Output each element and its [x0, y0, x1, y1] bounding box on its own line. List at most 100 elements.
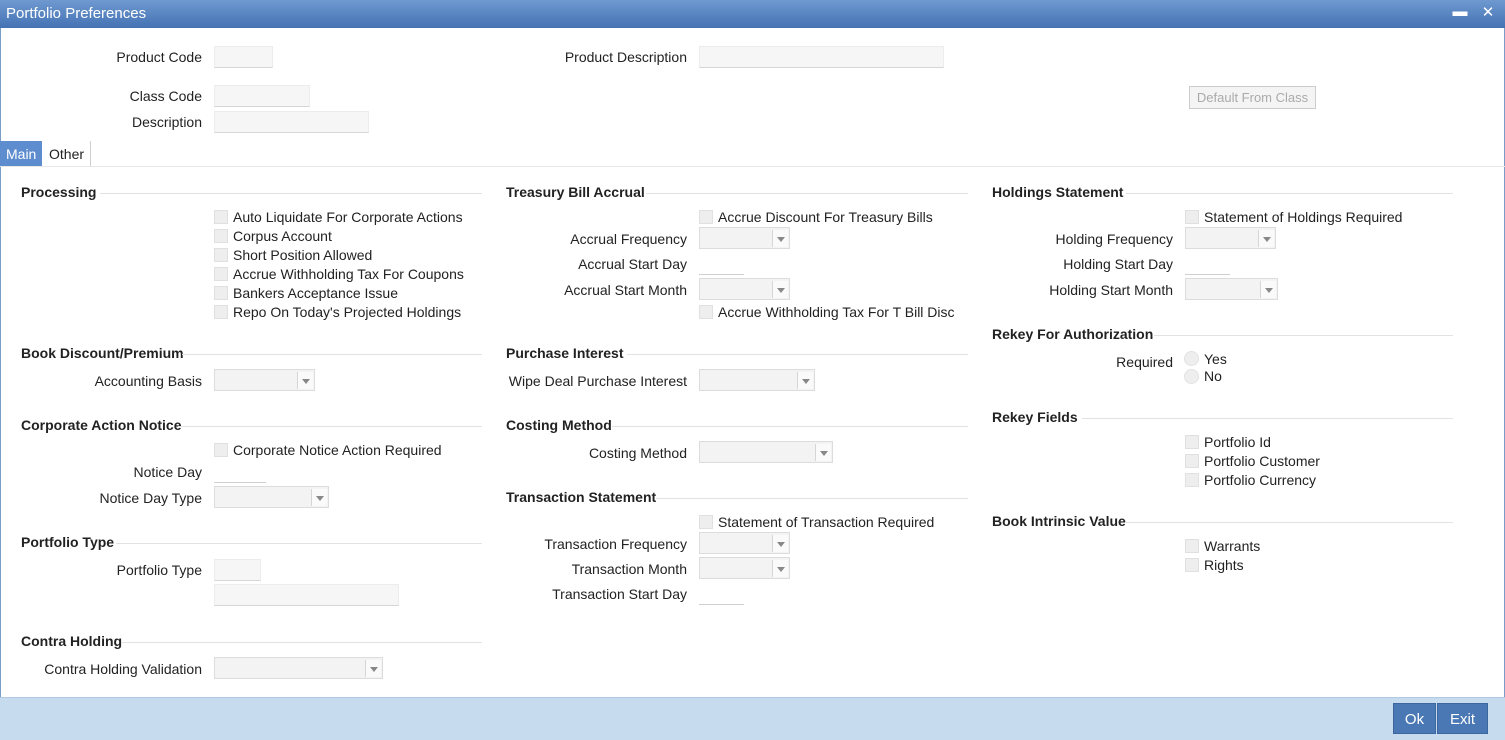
portfolio-currency-label: Portfolio Currency	[1204, 472, 1317, 488]
accrual-frequency-select[interactable]	[699, 227, 790, 249]
chevron-down-icon	[1258, 230, 1274, 247]
section-divider	[627, 354, 968, 355]
contra-holding-title: Contra Holding	[21, 633, 123, 649]
portfolio-id-checkbox[interactable]	[1185, 435, 1199, 449]
bankers-acceptance-checkbox[interactable]	[214, 286, 228, 300]
transaction-frequency-select[interactable]	[699, 532, 790, 554]
processing-title: Processing	[21, 184, 97, 200]
accrual-start-month-select[interactable]	[699, 278, 790, 300]
chevron-down-icon	[772, 230, 788, 247]
holding-start-day-label: Holding Start Day	[1063, 256, 1173, 272]
costing-method-title: Costing Method	[506, 417, 612, 433]
portfolio-currency-checkbox[interactable]	[1185, 473, 1199, 487]
window-title: Portfolio Preferences	[6, 5, 147, 22]
default-from-class-button[interactable]: Default From Class	[1189, 86, 1316, 109]
tab-other[interactable]: Other	[43, 141, 92, 167]
short-position-checkbox[interactable]	[214, 248, 228, 262]
class-code-input[interactable]	[214, 85, 310, 107]
dialog-footer	[0, 697, 1505, 740]
accrual-start-day-input[interactable]	[699, 253, 744, 275]
corporate-action-title: Corporate Action Notice	[21, 417, 182, 433]
description-input[interactable]	[214, 111, 369, 133]
rekey-no-radio[interactable]	[1184, 369, 1199, 384]
section-divider	[1126, 522, 1453, 523]
section-divider	[1154, 335, 1453, 336]
holdings-statement-title: Holdings Statement	[992, 184, 1124, 200]
rekey-yes-radio[interactable]	[1184, 351, 1199, 366]
holdings-required-checkbox[interactable]	[1185, 210, 1199, 224]
notice-day-type-select[interactable]	[214, 486, 329, 508]
holding-frequency-label: Holding Frequency	[1055, 231, 1173, 247]
accrual-frequency-label: Accrual Frequency	[570, 231, 687, 247]
contra-holding-validation-select[interactable]	[214, 657, 383, 679]
transaction-start-day-input[interactable]	[699, 583, 744, 605]
notice-day-label: Notice Day	[133, 464, 202, 480]
accrue-discount-checkbox[interactable]	[699, 210, 713, 224]
ok-button[interactable]: Ok	[1393, 703, 1436, 734]
warrants-checkbox[interactable]	[1185, 539, 1199, 553]
corpus-account-checkbox[interactable]	[214, 229, 228, 243]
accounting-basis-label: Accounting Basis	[94, 373, 202, 389]
notice-day-input[interactable]	[214, 461, 266, 483]
short-position-label: Short Position Allowed	[233, 247, 373, 263]
section-divider	[122, 642, 482, 643]
tab-divider	[0, 166, 1505, 167]
window-titlebar: Portfolio Preferences ▬ ✕	[0, 0, 1505, 28]
rekey-required-label: Required	[1116, 354, 1173, 370]
accounting-basis-select[interactable]	[214, 369, 315, 391]
corporate-notice-checkbox[interactable]	[214, 443, 228, 457]
bankers-acceptance-label: Bankers Acceptance Issue	[233, 285, 398, 301]
withholding-tbill-checkbox[interactable]	[699, 305, 713, 319]
accrual-start-month-label: Accrual Start Month	[564, 282, 687, 298]
transaction-month-select[interactable]	[699, 557, 790, 579]
section-divider	[178, 426, 482, 427]
costing-method-label: Costing Method	[588, 445, 687, 461]
transaction-required-checkbox[interactable]	[699, 515, 713, 529]
section-divider	[1082, 418, 1453, 419]
corpus-account-label: Corpus Account	[233, 228, 332, 244]
holding-frequency-select[interactable]	[1185, 227, 1276, 249]
wipe-purchase-interest-select[interactable]	[699, 369, 815, 391]
rekey-fields-title: Rekey Fields	[992, 409, 1078, 425]
holdings-required-label: Statement of Holdings Required	[1204, 209, 1403, 225]
withholding-coupons-label: Accrue Withholding Tax For Coupons	[233, 266, 464, 282]
costing-method-select[interactable]	[699, 441, 833, 463]
transaction-month-label: Transaction Month	[571, 561, 687, 577]
portfolio-type-description	[214, 584, 399, 606]
withholding-coupons-checkbox[interactable]	[214, 267, 228, 281]
section-divider	[100, 193, 482, 194]
corporate-notice-label: Corporate Notice Action Required	[233, 442, 442, 458]
transaction-statement-title: Transaction Statement	[506, 489, 657, 505]
portfolio-id-label: Portfolio Id	[1204, 434, 1271, 450]
transaction-frequency-label: Transaction Frequency	[544, 536, 687, 552]
product-description-input[interactable]	[699, 46, 944, 68]
withholding-tbill-label: Accrue Withholding Tax For T Bill Disc	[718, 304, 955, 320]
portfolio-customer-label: Portfolio Customer	[1204, 453, 1320, 469]
chevron-down-icon	[311, 489, 327, 506]
holding-start-day-input[interactable]	[1185, 253, 1230, 275]
tab-main[interactable]: Main	[0, 141, 43, 167]
chevron-down-icon	[365, 660, 381, 677]
book-intrinsic-title: Book Intrinsic Value	[992, 513, 1126, 529]
close-icon[interactable]: ✕	[1478, 3, 1498, 23]
repo-holdings-label: Repo On Today's Projected Holdings	[233, 304, 462, 320]
chevron-down-icon	[772, 281, 788, 298]
section-divider	[612, 426, 968, 427]
purchase-interest-title: Purchase Interest	[506, 345, 624, 361]
exit-button[interactable]: Exit	[1437, 703, 1488, 734]
section-divider	[1126, 193, 1453, 194]
book-discount-title: Book Discount/Premium	[21, 345, 184, 361]
chevron-down-icon	[772, 535, 788, 552]
product-code-input[interactable]	[214, 46, 273, 68]
rekey-no-label: No	[1204, 368, 1222, 384]
chevron-down-icon	[797, 372, 813, 389]
rights-checkbox[interactable]	[1185, 558, 1199, 572]
repo-holdings-checkbox[interactable]	[214, 305, 228, 319]
holding-start-month-select[interactable]	[1185, 278, 1278, 300]
product-description-label: Product Description	[564, 49, 687, 65]
rekey-authorization-title: Rekey For Authorization	[992, 326, 1154, 342]
auto-liquidate-checkbox[interactable]	[214, 210, 228, 224]
portfolio-type-input[interactable]	[214, 559, 261, 581]
portfolio-customer-checkbox[interactable]	[1185, 454, 1199, 468]
minimize-icon[interactable]: ▬	[1450, 3, 1470, 23]
